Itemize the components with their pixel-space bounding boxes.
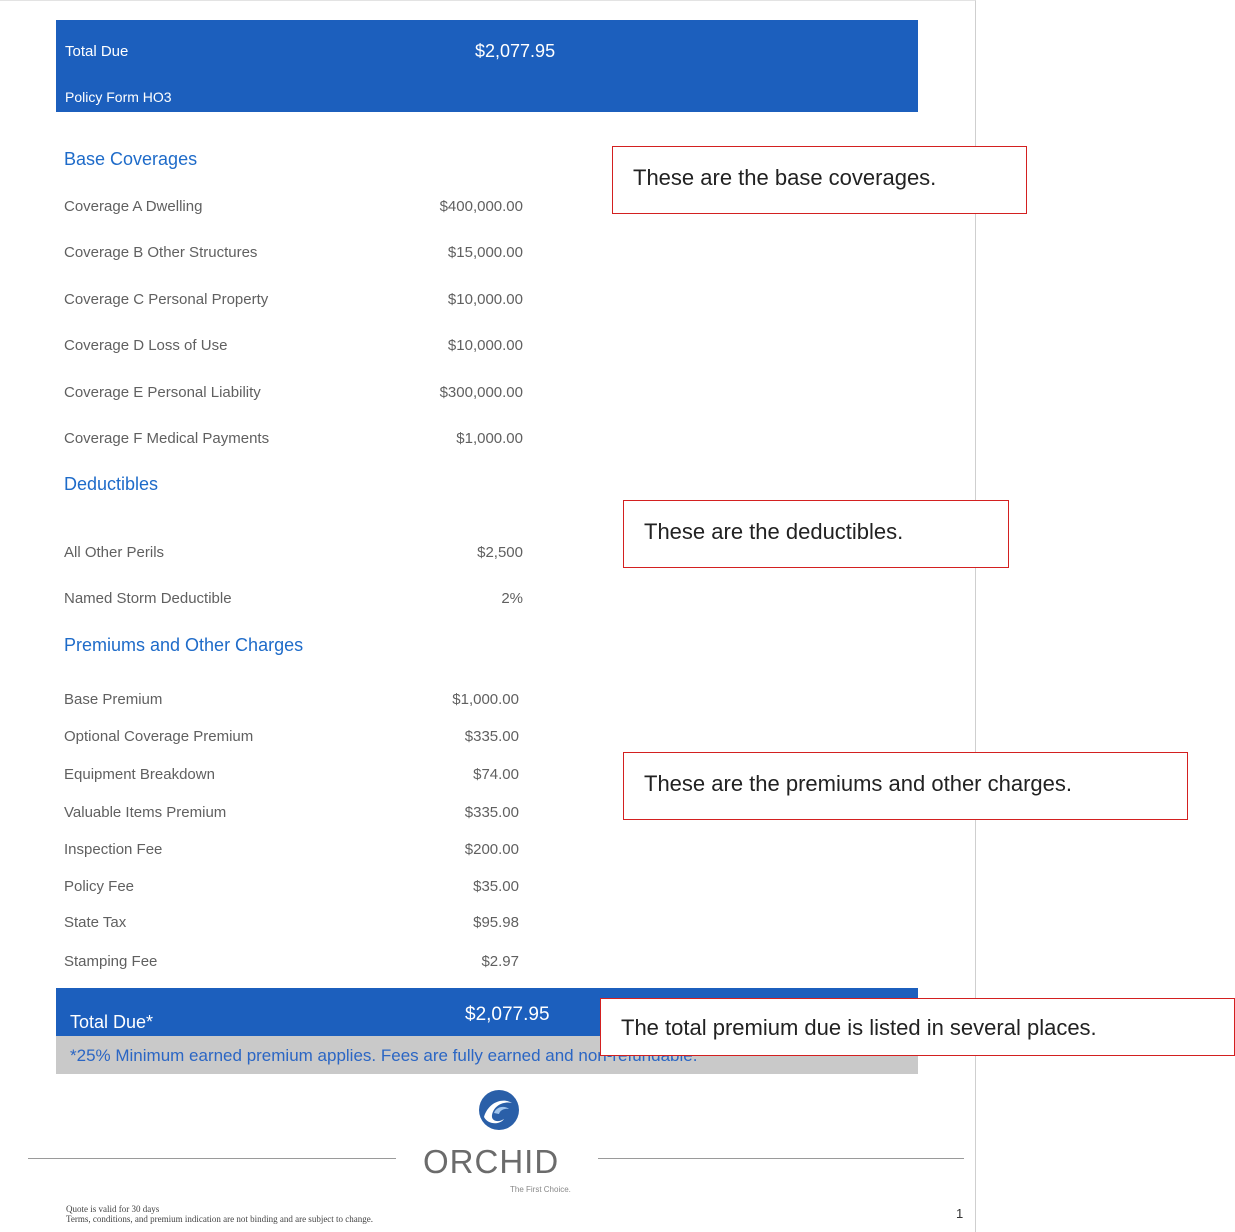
brand-name: ORCHID: [423, 1143, 560, 1180]
base-coverages-heading: Base Coverages: [64, 149, 198, 169]
premium-value: $95.98: [473, 914, 519, 931]
coverage-value: $300,000.00: [439, 384, 523, 401]
premium-value: $335.00: [464, 804, 519, 821]
premium-value: $1,000.00: [452, 691, 519, 708]
premium-label: Valuable Items Premium: [64, 804, 227, 821]
quote-validity-note: Quote is valid for 30 days: [66, 1204, 160, 1214]
coverage-label: Coverage B Other Structures: [64, 244, 258, 261]
premium-label: Inspection Fee: [64, 841, 163, 858]
total-due-label: Total Due: [65, 43, 129, 60]
callout-premiums-text: These are the premiums and other charges…: [644, 771, 1073, 796]
premium-value: $2.97: [481, 953, 519, 970]
premium-label: Stamping Fee: [64, 953, 158, 970]
deductible-value: 2%: [501, 590, 523, 607]
deductible-value: $2,500: [477, 544, 523, 561]
coverage-label: Coverage E Personal Liability: [64, 384, 261, 401]
premium-value: $335.00: [464, 728, 519, 745]
deductibles-heading: Deductibles: [64, 474, 159, 494]
coverage-value: $10,000.00: [447, 337, 523, 354]
coverage-value: $1,000.00: [456, 430, 523, 447]
callout-total-text: The total premium due is listed in sever…: [621, 1015, 1097, 1040]
callout-premiums: These are the premiums and other charges…: [623, 752, 1188, 820]
premium-value: $74.00: [473, 766, 519, 783]
premium-label: Base Premium: [64, 691, 163, 708]
wave-logo-icon: [479, 1090, 519, 1130]
total-due-banner: Total Due $2,077.95 Policy Form HO3: [56, 20, 918, 112]
coverage-label: Coverage A Dwelling: [64, 198, 203, 215]
coverage-label: Coverage D Loss of Use: [64, 337, 228, 354]
premium-value: $200.00: [464, 841, 519, 858]
footer-rule-left: [28, 1158, 396, 1159]
callout-deductibles-text: These are the deductibles.: [644, 519, 904, 544]
total-due-footer-label: Total Due*: [70, 1012, 154, 1032]
premium-label: Optional Coverage Premium: [64, 728, 254, 745]
premiums-heading: Premiums and Other Charges: [64, 635, 304, 655]
coverage-value: $400,000.00: [439, 198, 523, 215]
deductible-label: Named Storm Deductible: [64, 590, 232, 607]
callout-base-coverages: These are the base coverages.: [612, 146, 1027, 214]
deductible-label: All Other Perils: [64, 544, 165, 561]
total-due-value: $2,077.95: [475, 41, 556, 61]
policy-form-label: Policy Form HO3: [65, 89, 172, 105]
callout-base-text: These are the base coverages.: [633, 165, 937, 190]
coverage-label: Coverage F Medical Payments: [64, 430, 270, 447]
premium-label: Policy Fee: [64, 878, 135, 895]
footer-rule-right: [598, 1158, 964, 1159]
callout-deductibles: These are the deductibles.: [623, 500, 1009, 568]
brand-tagline: The First Choice.: [510, 1185, 571, 1194]
coverage-value: $15,000.00: [447, 244, 523, 261]
callout-total: The total premium due is listed in sever…: [600, 998, 1235, 1056]
coverage-label: Coverage C Personal Property: [64, 291, 269, 308]
premium-label: Equipment Breakdown: [64, 766, 215, 783]
total-due-footer-value: $2,077.95: [465, 1004, 550, 1025]
page-number: 1: [956, 1206, 964, 1221]
premium-label: State Tax: [64, 914, 127, 931]
terms-note: Terms, conditions, and premium indicatio…: [66, 1214, 374, 1224]
premium-value: $35.00: [473, 878, 519, 895]
coverage-value: $10,000.00: [447, 291, 523, 308]
